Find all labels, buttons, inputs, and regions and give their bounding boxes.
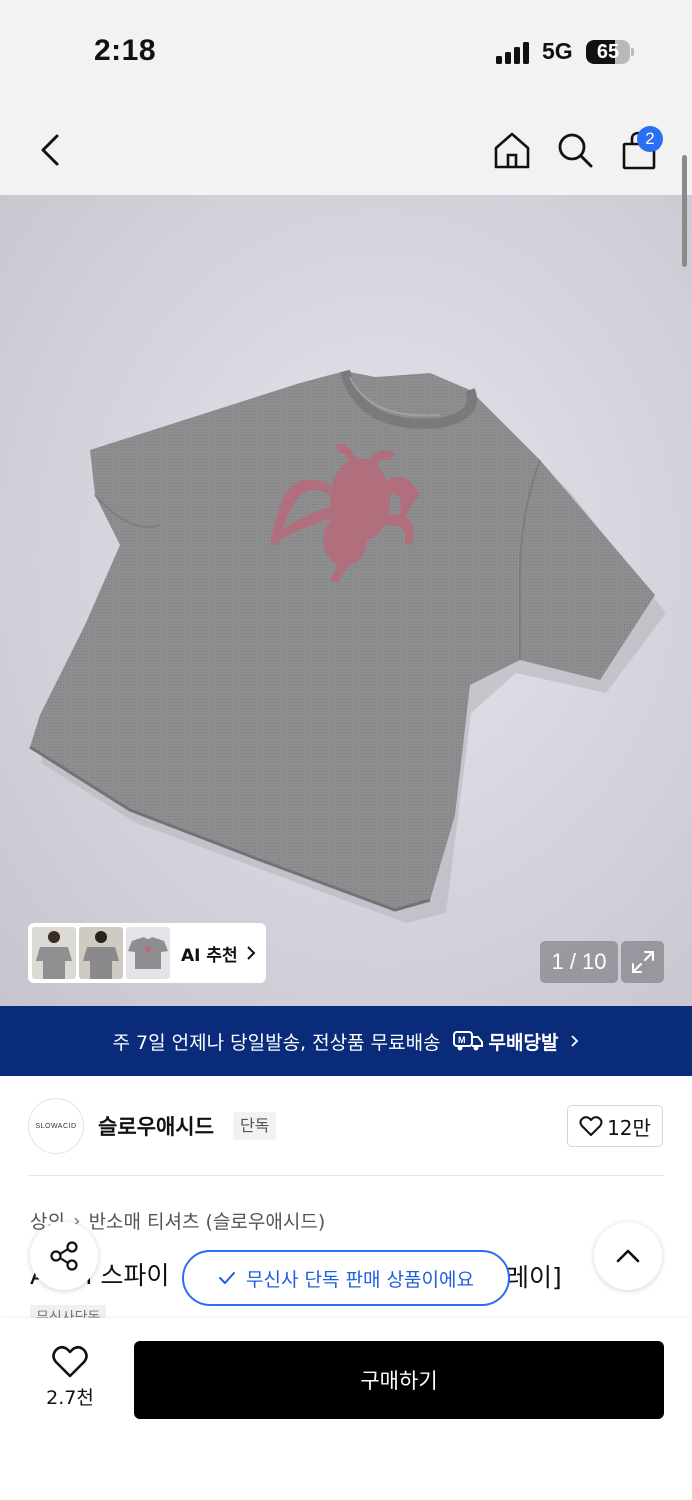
expand-button[interactable]	[621, 941, 664, 983]
product-image[interactable]	[0, 195, 692, 1006]
svg-text:M: M	[458, 1035, 466, 1045]
brand-like-button[interactable]: 12만	[567, 1105, 663, 1147]
tshirt-photo	[29, 369, 666, 923]
status-time: 2:18	[94, 34, 157, 67]
exclusive-toast: 무신사 단독 판매 상품이에요	[182, 1250, 510, 1306]
thumbnail-3[interactable]	[126, 927, 170, 979]
product-title-end: 레이]	[506, 1263, 562, 1292]
brand-like-count: 12만	[607, 1115, 651, 1140]
scroll-top-button[interactable]	[594, 1222, 662, 1290]
exclusive-tag: 단독	[233, 1112, 277, 1140]
brand-logo-text: SLOWACID	[35, 1122, 77, 1130]
chevron-right-icon	[246, 946, 256, 960]
breadcrumb-subcategory[interactable]: 반소매 티셔츠 (슬로우애시드)	[89, 1207, 326, 1234]
ai-recommend-panel[interactable]: AI 추천	[28, 923, 266, 983]
battery-icon: 65	[586, 40, 630, 64]
delivery-truck-icon: M	[452, 1030, 483, 1052]
heart-icon	[579, 1116, 603, 1136]
network-label: 5G	[542, 38, 573, 64]
delivery-banner[interactable]: 주 7일 언제나 당일발송, 전상품 무료배송 M 무배당발	[0, 1006, 692, 1076]
cart-count-badge: 2	[637, 126, 663, 152]
buy-button[interactable]: 구매하기	[134, 1341, 664, 1419]
banner-brand: 무배당발	[488, 1031, 559, 1054]
thumbnail-2[interactable]	[79, 927, 123, 979]
ai-recommend-label: AI 추천	[181, 945, 238, 966]
back-button[interactable]	[28, 128, 72, 172]
share-button[interactable]	[30, 1222, 98, 1290]
check-icon	[219, 1272, 236, 1284]
product-title-middle: I 스파이	[85, 1261, 170, 1290]
signal-icon	[496, 42, 532, 64]
thumbnail-1[interactable]	[32, 927, 76, 979]
search-icon	[558, 133, 593, 168]
home-button[interactable]	[490, 128, 534, 172]
toast-text: 무신사 단독 판매 상품이에요	[246, 1268, 474, 1291]
battery-cap	[631, 48, 634, 56]
divider	[28, 1175, 664, 1176]
banner-text: 주 7일 언제나 당일발송, 전상품 무료배송	[112, 1031, 441, 1054]
brand-logo[interactable]: SLOWACID	[28, 1098, 84, 1154]
status-bar: 2:18 5G 65	[0, 0, 692, 100]
search-button[interactable]	[553, 128, 597, 172]
wishlist-button[interactable]: 2.7천	[30, 1345, 110, 1415]
page-counter: 1 / 10	[540, 941, 618, 983]
wishlist-count: 2.7천	[46, 1387, 94, 1409]
chevron-up-icon	[616, 1249, 640, 1263]
chevron-right-icon	[571, 1035, 579, 1047]
heart-icon	[52, 1345, 88, 1378]
home-icon	[494, 132, 530, 169]
battery-level: 65	[596, 41, 620, 63]
expand-icon	[631, 951, 654, 973]
brand-name[interactable]: 슬로우애시드	[98, 1111, 214, 1141]
share-icon	[50, 1241, 78, 1271]
chevron-left-icon	[41, 134, 59, 166]
scrollbar[interactable]	[682, 155, 687, 267]
